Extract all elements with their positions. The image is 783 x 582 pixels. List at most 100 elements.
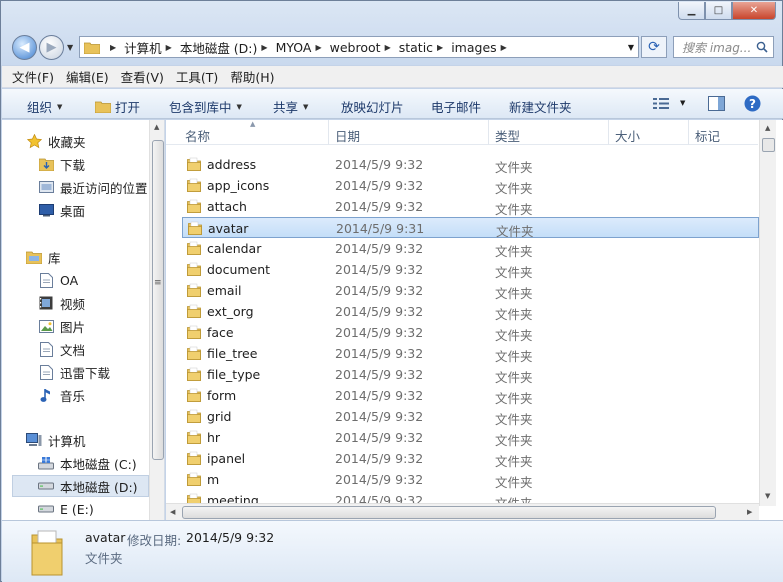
open-label: 打开: [115, 100, 141, 115]
horizontal-scroll-thumb[interactable]: [182, 506, 716, 519]
nav-item-label: 图片: [60, 319, 86, 335]
slideshow-button[interactable]: 放映幻灯片: [341, 97, 404, 116]
file-row[interactable]: calendar 2014/5/9 9:32 文件夹: [182, 238, 759, 259]
nav-item-recent-places[interactable]: 最近访问的位置: [38, 176, 164, 198]
file-list: ▲ 名称 日期 类型 大小 标记 address 2014/5/9 9:32 文件夹…: [166, 120, 783, 520]
column-divider[interactable]: [608, 120, 609, 145]
file-row[interactable]: avatar 2014/5/9 9:31 文件夹: [182, 217, 759, 239]
column-divider[interactable]: [688, 120, 689, 145]
nav-computer[interactable]: 计算机: [26, 429, 164, 451]
file-type: 文件夹: [495, 181, 533, 196]
nav-item-pictures[interactable]: 图片: [38, 315, 164, 337]
nav-item-drive-e[interactable]: E (E:): [38, 498, 164, 520]
address-bar[interactable]: ▶ 计算机 ▶ 本地磁盘 (D:) ▶ MYOA ▶ webroot ▶ static ▶…: [79, 36, 639, 58]
file-row[interactable]: document 2014/5/9 9:32 文件夹: [182, 259, 759, 280]
file-row[interactable]: form 2014/5/9 9:32 文件夹: [182, 385, 759, 406]
column-type[interactable]: 类型: [495, 126, 520, 145]
file-row[interactable]: m 2014/5/9 9:32 文件夹: [182, 469, 759, 490]
back-button[interactable]: ◀: [12, 35, 37, 60]
refresh-button[interactable]: ⟳: [641, 36, 667, 58]
file-row[interactable]: address 2014/5/9 9:32 文件夹: [182, 154, 759, 175]
breadcrumb-myoa[interactable]: MYOA ▶: [276, 40, 330, 55]
folder-icon: [187, 451, 201, 465]
help-icon[interactable]: ?: [744, 95, 761, 112]
vertical-scroll-thumb[interactable]: [762, 138, 775, 152]
file-row[interactable]: ipanel 2014/5/9 9:32 文件夹: [182, 448, 759, 469]
breadcrumb-webroot[interactable]: webroot ▶: [330, 40, 399, 55]
open-button[interactable]: 打开: [95, 97, 140, 116]
folder-icon: [187, 388, 201, 402]
scroll-right-arrow-icon[interactable]: ▶: [747, 508, 752, 516]
scroll-down-arrow-icon[interactable]: ▼: [765, 492, 770, 500]
breadcrumb-static[interactable]: static ▶: [399, 40, 451, 55]
vertical-scrollbar[interactable]: ▲ ▼: [759, 120, 776, 506]
email-button[interactable]: 电子邮件: [431, 97, 481, 116]
nav-item-drive-d[interactable]: 本地磁盘 (D:): [12, 475, 149, 497]
scroll-left-arrow-icon[interactable]: ◀: [170, 508, 175, 516]
menu-tools[interactable]: 工具(T): [176, 67, 218, 86]
file-row[interactable]: face 2014/5/9 9:32 文件夹: [182, 322, 759, 343]
close-button[interactable]: ✕: [732, 2, 776, 20]
new-folder-button[interactable]: 新建文件夹: [509, 97, 572, 116]
file-row[interactable]: grid 2014/5/9 9:32 文件夹: [182, 406, 759, 427]
nav-item-videos[interactable]: 视频: [38, 292, 164, 314]
file-row[interactable]: hr 2014/5/9 9:32 文件夹: [182, 427, 759, 448]
scroll-up-arrow-icon[interactable]: ▲: [765, 124, 770, 132]
column-tags[interactable]: 标记: [695, 126, 720, 145]
nav-item-music[interactable]: 音乐: [38, 384, 164, 406]
column-name[interactable]: 名称: [185, 126, 210, 145]
folder-icon: [187, 199, 201, 213]
preview-pane-icon[interactable]: [708, 96, 725, 111]
menu-view[interactable]: 查看(V): [121, 67, 164, 86]
share-button[interactable]: 共享 ▼: [273, 97, 308, 116]
file-row[interactable]: email 2014/5/9 9:32 文件夹: [182, 280, 759, 301]
maximize-button[interactable]: □: [705, 2, 732, 20]
forward-button[interactable]: ▶: [39, 35, 64, 60]
column-size[interactable]: 大小: [615, 126, 640, 145]
breadcrumb-root[interactable]: ▶: [106, 43, 124, 52]
include-library-button[interactable]: 包含到库中 ▼: [169, 97, 242, 116]
nav-item-drive-c[interactable]: 本地磁盘 (C:): [38, 452, 164, 474]
file-row[interactable]: ext_org 2014/5/9 9:32 文件夹: [182, 301, 759, 322]
sort-ascending-icon: ▲: [250, 120, 256, 128]
menu-file[interactable]: 文件(F): [12, 67, 54, 86]
nav-scroll-thumb[interactable]: [152, 140, 164, 460]
file-row[interactable]: app_icons 2014/5/9 9:32 文件夹: [182, 175, 759, 196]
file-type: 文件夹: [495, 286, 533, 301]
menu-help[interactable]: 帮助(H): [230, 67, 274, 86]
horizontal-scrollbar[interactable]: ◀ ▶: [166, 503, 759, 520]
nav-scrollbar[interactable]: ▲ ≡: [149, 120, 164, 520]
share-label: 共享: [273, 100, 299, 115]
folder-thumbnail-icon: [31, 530, 63, 576]
search-input[interactable]: 搜索 imag...: [673, 36, 774, 58]
recent-pages-dropdown-icon[interactable]: ▼: [67, 43, 73, 52]
menu-edit[interactable]: 编辑(E): [66, 67, 109, 86]
scroll-up-arrow-icon[interactable]: ▲: [154, 123, 159, 131]
breadcrumb-computer[interactable]: 计算机 ▶: [124, 38, 180, 57]
include-library-label: 包含到库中: [169, 100, 232, 115]
breadcrumb-drive-d[interactable]: 本地磁盘 (D:) ▶: [180, 38, 276, 57]
nav-item-documents[interactable]: 文档: [38, 338, 164, 360]
breadcrumb-images[interactable]: images ▶: [451, 40, 515, 55]
nav-item-downloads[interactable]: 下载: [38, 153, 164, 175]
view-options-icon[interactable]: [653, 97, 669, 110]
column-date[interactable]: 日期: [335, 126, 360, 145]
file-date: 2014/5/9 9:32: [335, 283, 424, 298]
view-dropdown-icon[interactable]: ▼: [680, 99, 685, 107]
column-divider[interactable]: [328, 120, 329, 145]
nav-item-oa[interactable]: OA: [38, 269, 164, 291]
column-divider[interactable]: [488, 120, 489, 145]
nav-item-desktop[interactable]: 桌面: [38, 199, 164, 221]
file-row[interactable]: file_tree 2014/5/9 9:32 文件夹: [182, 343, 759, 364]
nav-libraries[interactable]: 库: [26, 246, 164, 268]
file-name: document: [207, 262, 271, 277]
search-icon[interactable]: [756, 41, 768, 53]
organize-button[interactable]: 组织 ▼: [27, 97, 62, 116]
nav-item-xunlei-downloads[interactable]: 迅雷下载: [38, 361, 164, 383]
file-row[interactable]: file_type 2014/5/9 9:32 文件夹: [182, 364, 759, 385]
nav-favorites[interactable]: 收藏夹: [26, 130, 164, 152]
address-history-dropdown-icon[interactable]: ▼: [628, 43, 634, 52]
minimize-button[interactable]: ▁: [678, 2, 705, 20]
file-type: 文件夹: [495, 433, 533, 448]
file-row[interactable]: attach 2014/5/9 9:32 文件夹: [182, 196, 759, 217]
